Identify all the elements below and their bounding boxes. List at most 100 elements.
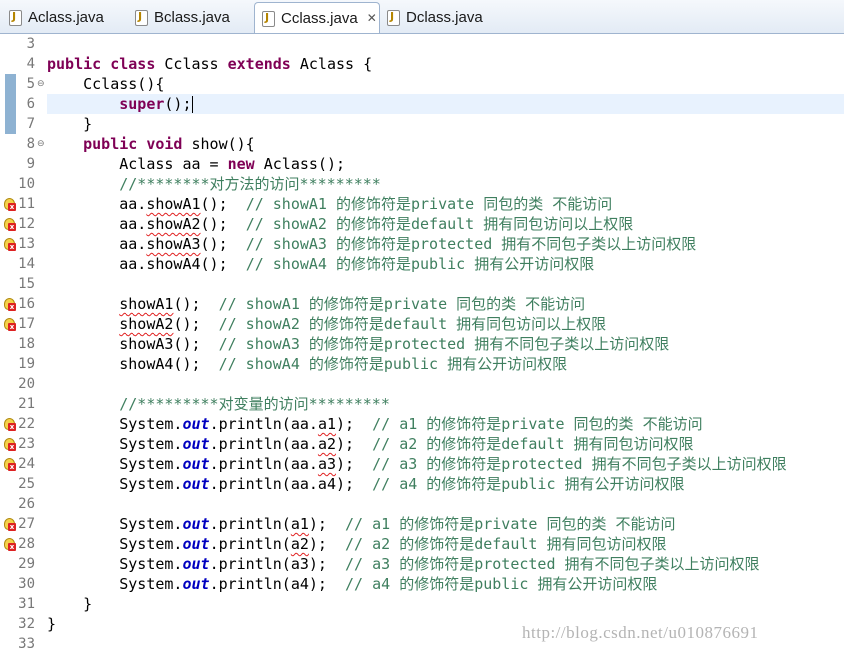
code-text: .println(aa.: [209, 415, 318, 433]
line-number: 32: [18, 616, 35, 632]
code-text: System.: [47, 455, 183, 473]
code-line: aa.showA3(); // showA3 的修饰符是protected 拥有…: [47, 234, 696, 254]
code-text: );: [308, 535, 346, 553]
static-field: out: [182, 575, 210, 593]
code-line: showA2(); // showA2 的修饰符是default 拥有同包访问以…: [47, 314, 606, 334]
code-line: aa.showA4(); // showA4 的修饰符是public 拥有公开访…: [47, 254, 594, 274]
code-text: .println(aa.: [209, 435, 318, 453]
code-line: //*********对变量的访问*********: [47, 394, 390, 414]
tab-dclass[interactable]: Dclass.java: [380, 3, 506, 31]
code-text: Cclass: [155, 55, 228, 73]
quickfix-error-icon[interactable]: x: [3, 317, 16, 331]
code-line: //********对方法的访问*********: [47, 174, 381, 194]
keyword: new: [227, 155, 255, 173]
quickfix-error-icon[interactable]: x: [3, 217, 16, 231]
code-text: .println(aa.: [209, 455, 318, 473]
keyword: void: [146, 135, 183, 153]
code-line: System.out.println(a4); // a4 的修饰符是publi…: [47, 574, 657, 594]
quickfix-error-icon[interactable]: x: [3, 517, 16, 531]
static-field: out: [182, 555, 210, 573]
code-text: }: [47, 595, 93, 613]
code-text: aa.showA4();: [47, 255, 246, 273]
tab-label: Aclass.java: [28, 8, 104, 26]
static-field: out: [182, 415, 210, 433]
tab-aclass[interactable]: Aclass.java: [2, 3, 128, 31]
java-file-icon: [134, 9, 148, 26]
quickfix-error-icon[interactable]: x: [3, 417, 16, 431]
fold-toggle-icon[interactable]: ⊖: [37, 134, 45, 154]
line-number: 30: [18, 576, 35, 592]
keyword: extends: [227, 55, 291, 73]
quickfix-error-icon[interactable]: x: [3, 237, 16, 251]
code-text: showA3();: [47, 335, 219, 353]
comment: // a3 的修饰符是protected 拥有不同包子类以上访问权限: [345, 555, 760, 573]
code-text: ();: [164, 95, 192, 113]
code-line: }: [47, 114, 92, 134]
comment: // showA4 的修饰符是public 拥有公开访问权限: [218, 355, 568, 373]
close-icon[interactable]: ✕: [367, 11, 377, 25]
line-number: 10: [18, 176, 35, 192]
code-text: );: [308, 515, 346, 533]
error-token: showA2: [119, 315, 174, 333]
line-number: 26: [18, 496, 35, 512]
static-field: out: [182, 535, 210, 553]
code-text: System.: [47, 475, 183, 493]
static-field: out: [182, 475, 210, 493]
code-line: showA1(); // showA1 的修饰符是private 同包的类 不能…: [47, 294, 585, 314]
keyword: super: [119, 95, 165, 113]
code-text: );: [336, 415, 373, 433]
code-line: System.out.println(aa.a2); // a2 的修饰符是de…: [47, 434, 693, 454]
comment: // a4 的修饰符是public 拥有公开访问权限: [345, 575, 658, 593]
comment: // showA4 的修饰符是public 拥有公开访问权限: [245, 255, 595, 273]
line-number: 18: [18, 336, 35, 352]
code-text: .println(a3);: [209, 555, 346, 573]
error-token: showA2: [146, 215, 201, 233]
code-text: Cclass(){: [47, 75, 165, 93]
line-number: 6: [26, 96, 35, 112]
code-line: System.out.println(a3); // a3 的修饰符是prote…: [47, 554, 760, 574]
java-file-icon: [386, 9, 400, 26]
tab-cclass[interactable]: Cclass.java ✕: [254, 2, 380, 33]
code-line: aa.showA1(); // showA1 的修饰符是private 同包的类…: [47, 194, 612, 214]
quickfix-error-icon[interactable]: x: [3, 197, 16, 211]
line-number: 14: [18, 256, 35, 272]
code-line: Cclass(){: [47, 74, 164, 94]
tab-label: Bclass.java: [154, 8, 230, 26]
code-line: System.out.println(aa.a4); // a4 的修饰符是pu…: [47, 474, 684, 494]
tab-bclass[interactable]: Bclass.java: [128, 3, 254, 31]
quickfix-error-icon[interactable]: x: [3, 537, 16, 551]
java-file-icon: [261, 10, 275, 27]
quickfix-error-icon[interactable]: x: [3, 437, 16, 451]
comment: // showA1 的修饰符是private 同包的类 不能访问: [245, 195, 613, 213]
code-text: .println(a4);: [209, 575, 346, 593]
line-number-gutter: 3 4 5 ⊖ 6 7 8 ⊖ 9 10 11 x 12 x 13 x 14 15 16 x 17 x 18 19 20 21 22…: [0, 34, 45, 654]
comment: // a2 的修饰符是default 拥有同包访问权限: [345, 535, 667, 553]
code-text: }: [47, 615, 57, 633]
text-caret: [191, 96, 193, 113]
comment: //*********对变量的访问*********: [119, 395, 390, 413]
line-number: 29: [18, 556, 35, 572]
static-field: out: [182, 435, 210, 453]
comment: // a3 的修饰符是protected 拥有不同包子类以上访问权限: [372, 455, 787, 473]
code-line: public void show(){: [47, 134, 255, 154]
code-text: System.: [47, 435, 183, 453]
code-text: aa.: [47, 215, 147, 233]
code-line: public class Cclass extends Aclass {: [47, 54, 372, 74]
quickfix-error-icon[interactable]: x: [3, 457, 16, 471]
error-token: showA1: [119, 295, 174, 313]
code-text: );: [336, 455, 373, 473]
keyword: public: [47, 55, 102, 73]
fold-toggle-icon[interactable]: ⊖: [37, 74, 45, 94]
code-text: Aclass aa =: [47, 155, 228, 173]
line-number: 9: [26, 156, 35, 172]
quickfix-error-icon[interactable]: x: [3, 297, 16, 311]
code-text: aa.: [47, 235, 147, 253]
code-text: ();: [173, 295, 219, 313]
line-number: 3: [26, 36, 35, 52]
line-number: 21: [18, 396, 35, 412]
code-text: System.: [47, 515, 183, 533]
